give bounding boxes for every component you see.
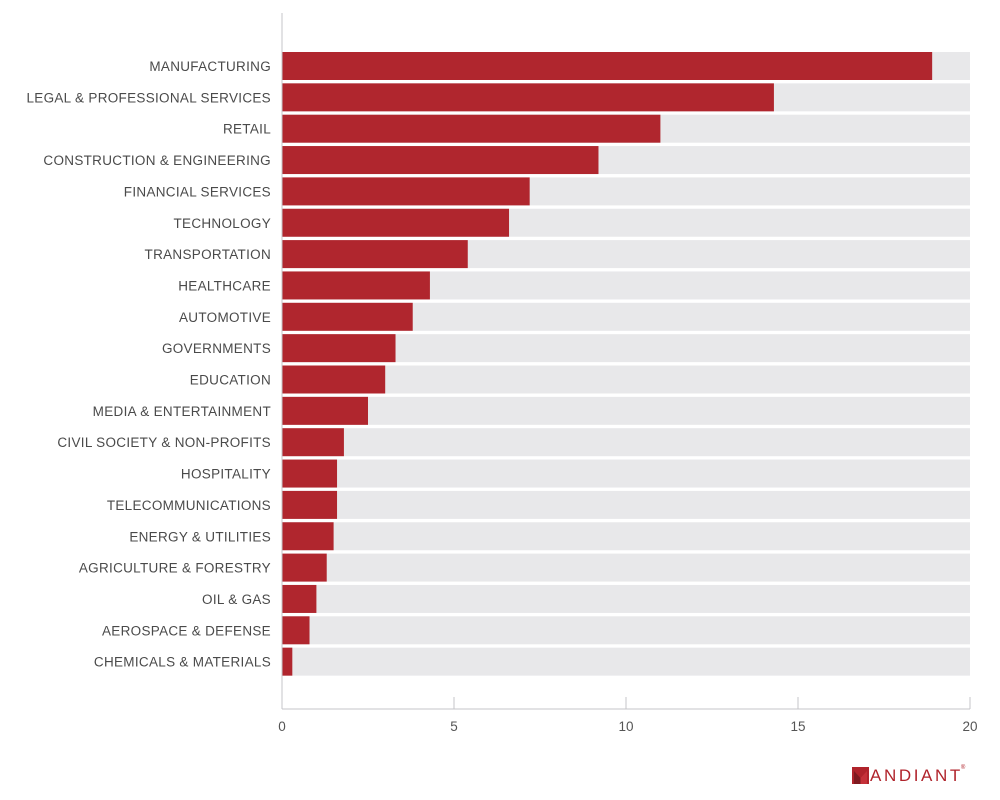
bar <box>282 428 344 457</box>
x-tick-label: 0 <box>278 719 286 734</box>
bars <box>282 52 933 676</box>
bar <box>282 490 338 519</box>
category-label: CIVIL SOCIETY & NON-PROFITS <box>57 435 271 450</box>
category-label: TELECOMMUNICATIONS <box>107 498 271 513</box>
category-label: EDUCATION <box>190 373 271 388</box>
category-label: OIL & GAS <box>202 592 271 607</box>
bar <box>282 271 430 300</box>
x-axis-ticks: 0 5 10 15 20 <box>278 697 978 734</box>
bar <box>282 334 396 363</box>
category-label: MEDIA & ENTERTAINMENT <box>93 404 271 419</box>
bar-track <box>282 584 970 613</box>
bar-track <box>282 553 970 582</box>
bar <box>282 647 293 676</box>
bar-track <box>282 396 970 425</box>
bar <box>282 553 327 582</box>
bar <box>282 146 599 175</box>
category-labels: MANUFACTURING LEGAL & PROFESSIONAL SERVIC… <box>26 59 271 670</box>
bar <box>282 365 386 394</box>
bar <box>282 396 368 425</box>
logo-text: ANDIANT <box>870 765 963 785</box>
x-tick-label: 10 <box>618 719 633 734</box>
category-label: TRANSPORTATION <box>145 247 271 262</box>
bar <box>282 302 413 331</box>
category-label: RETAIL <box>223 122 271 137</box>
bar-track <box>282 522 970 551</box>
x-tick-label: 5 <box>450 719 458 734</box>
bar <box>282 177 530 206</box>
category-label: LEGAL & PROFESSIONAL SERVICES <box>26 90 271 105</box>
bar-tracks <box>282 52 970 676</box>
category-label: CHEMICALS & MATERIALS <box>94 655 271 670</box>
category-label: AGRICULTURE & FORESTRY <box>79 561 271 576</box>
bar-track <box>282 428 970 457</box>
bar <box>282 584 317 613</box>
bar <box>282 459 338 488</box>
bar <box>282 208 510 237</box>
bar <box>282 522 334 551</box>
registered-mark: ® <box>960 765 966 771</box>
bar-chart: MANUFACTURING LEGAL & PROFESSIONAL SERVIC… <box>26 13 978 734</box>
bar-track <box>282 490 970 519</box>
x-tick-label: 15 <box>790 719 805 734</box>
category-label: AEROSPACE & DEFENSE <box>102 623 271 638</box>
bar-track <box>282 616 970 645</box>
category-label: HEALTHCARE <box>178 278 271 293</box>
logo-mark-icon <box>852 766 869 784</box>
category-label: CONSTRUCTION & ENGINEERING <box>43 153 271 168</box>
category-label: MANUFACTURING <box>149 59 271 74</box>
bar-track <box>282 647 970 676</box>
bar <box>282 240 468 269</box>
category-label: GOVERNMENTS <box>162 341 271 356</box>
bar <box>282 114 661 143</box>
bar <box>282 616 310 645</box>
bar-track <box>282 459 970 488</box>
x-tick-label: 20 <box>962 719 977 734</box>
category-label: ENERGY & UTILITIES <box>129 529 271 544</box>
bar <box>282 83 774 112</box>
category-label: TECHNOLOGY <box>173 216 271 231</box>
bar <box>282 52 933 80</box>
category-label: FINANCIAL SERVICES <box>124 184 271 199</box>
category-label: HOSPITALITY <box>181 467 271 482</box>
mandiant-logo: ANDIANT ® <box>852 765 965 785</box>
category-label: AUTOMOTIVE <box>179 310 271 325</box>
